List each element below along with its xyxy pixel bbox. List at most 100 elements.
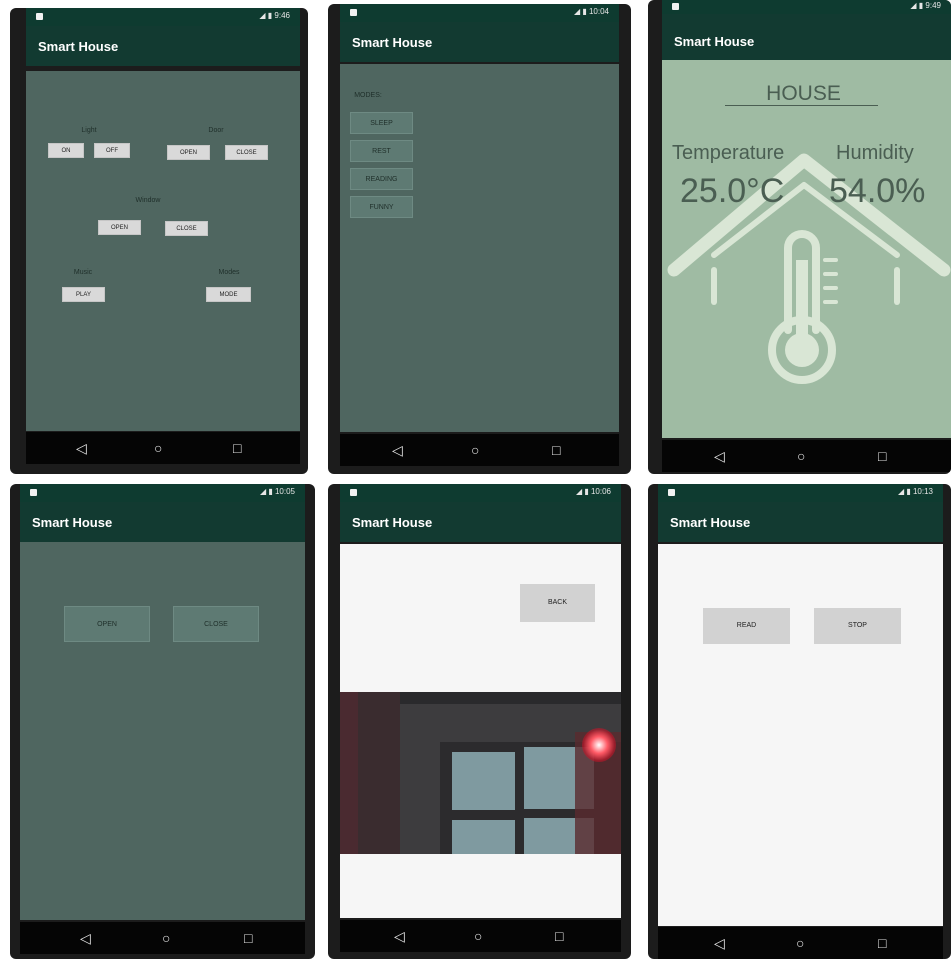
phone-screen-camera: ◢ ▮ 10:06 Smart House BACK ◁ ○ □ (328, 484, 631, 959)
home-icon[interactable]: ○ (474, 928, 482, 944)
nav-bar: ◁ ○ □ (340, 920, 621, 952)
signal-battery-icon: ◢ ▮ (575, 487, 591, 496)
back-icon[interactable]: ◁ (392, 442, 403, 459)
status-time: 9:49 (925, 1, 941, 10)
status-bar: ◢ ▮ 9:46 (26, 8, 300, 26)
status-bar: ◢ ▮ 10:13 (658, 484, 943, 502)
nav-bar: ◁ ○ □ (340, 434, 619, 466)
status-time: 10:13 (912, 487, 933, 496)
mode-funny-button[interactable]: FUNNY (350, 196, 413, 218)
signal-battery-icon: ◢ ▮ (910, 1, 926, 10)
notification-icon (350, 489, 357, 496)
home-icon[interactable]: ○ (797, 448, 805, 464)
open-button[interactable]: OPEN (64, 606, 150, 642)
recent-apps-icon[interactable]: □ (244, 930, 252, 946)
music-play-button[interactable]: PLAY (62, 287, 105, 302)
content-area: READ STOP (658, 544, 943, 926)
red-light (582, 728, 616, 762)
status-time: 9:46 (274, 11, 290, 20)
door-open-button[interactable]: OPEN (167, 145, 210, 160)
notification-icon (668, 489, 675, 496)
content-area: HOUSE Temperature Humidity 25.0°C 54.0% (662, 60, 951, 438)
signal-battery-icon: ◢ ▮ (897, 487, 913, 496)
recent-apps-icon[interactable]: □ (878, 448, 886, 464)
recent-apps-icon[interactable]: □ (552, 442, 560, 458)
home-icon[interactable]: ○ (471, 442, 479, 458)
status-time: 10:04 (588, 7, 609, 16)
back-icon[interactable]: ◁ (76, 440, 87, 457)
back-button[interactable]: BACK (520, 584, 595, 622)
status-bar: ◢ ▮ 9:49 (662, 0, 951, 14)
status-bar: ◢ ▮ 10:06 (340, 484, 621, 502)
status-bar: ◢ ▮ 10:05 (20, 484, 305, 502)
mode-rest-button[interactable]: REST (350, 140, 413, 162)
home-icon[interactable]: ○ (154, 440, 162, 456)
house-title: HOUSE (766, 82, 841, 105)
modes-label: MODES: (354, 92, 382, 99)
notification-icon (350, 9, 357, 16)
light-on-button[interactable]: ON (48, 143, 84, 158)
signal-battery-icon: ◢ ▮ (573, 7, 589, 16)
mode-button[interactable]: MODE (206, 287, 251, 302)
camera-feed-image (340, 692, 621, 854)
app-bar: Smart House (340, 22, 619, 62)
app-bar: Smart House (340, 502, 621, 542)
read-button[interactable]: READ (703, 608, 790, 644)
mode-reading-button[interactable]: READING (350, 168, 413, 190)
status-time: 10:06 (590, 487, 611, 496)
window-label: Window (135, 197, 161, 204)
app-bar: Smart House (20, 502, 305, 542)
recent-apps-icon[interactable]: □ (878, 935, 886, 951)
notification-icon (30, 489, 37, 496)
door-close-button[interactable]: CLOSE (225, 145, 268, 160)
back-icon[interactable]: ◁ (80, 930, 91, 947)
temperature-label: Temperature (672, 142, 785, 164)
music-label: Music (73, 269, 93, 276)
light-off-button[interactable]: OFF (94, 143, 130, 158)
back-icon[interactable]: ◁ (714, 935, 725, 952)
phone-screen-door: ◢ ▮ 10:05 Smart House OPEN CLOSE ◁ ○ □ (10, 484, 315, 959)
mode-sleep-button[interactable]: SLEEP (350, 112, 413, 134)
back-icon[interactable]: ◁ (714, 448, 725, 465)
stop-button[interactable]: STOP (814, 608, 901, 644)
app-title: Smart House (38, 39, 119, 54)
house-title-underline (725, 105, 878, 106)
phone-screen-climate: ◢ ▮ 9:49 Smart House HOUSE Temperature H… (648, 0, 951, 474)
back-icon[interactable]: ◁ (394, 928, 405, 945)
phone-screen-modes: ◢ ▮ 10:04 Smart House MODES: SLEEP REST … (328, 4, 631, 474)
recent-apps-icon[interactable]: □ (555, 928, 563, 944)
app-bar: Smart House (662, 14, 951, 60)
app-title: Smart House (32, 515, 113, 530)
notification-icon (672, 3, 679, 10)
content-area: Light ON OFF Door OPEN CLOSE Window OPEN… (26, 71, 300, 431)
app-bar: Smart House (26, 26, 300, 66)
content-area: BACK (340, 544, 621, 918)
window-close-button[interactable]: CLOSE (165, 221, 208, 236)
temperature-value: 25.0°C (680, 172, 785, 210)
app-title: Smart House (352, 515, 433, 530)
window-open-button[interactable]: OPEN (98, 220, 141, 235)
recent-apps-icon[interactable]: □ (233, 440, 241, 456)
door-label: Door (208, 127, 224, 134)
nav-bar: ◁ ○ □ (26, 432, 300, 464)
status-bar: ◢ ▮ 10:04 (340, 4, 619, 22)
home-icon[interactable]: ○ (796, 935, 804, 951)
signal-battery-icon: ◢ ▮ (259, 11, 275, 20)
humidity-label: Humidity (836, 142, 914, 164)
app-title: Smart House (670, 515, 751, 530)
humidity-value: 54.0% (829, 172, 926, 210)
status-time: 10:05 (274, 487, 295, 496)
modes-label: Modes (218, 269, 240, 276)
nav-bar: ◁ ○ □ (20, 922, 305, 954)
content-area: MODES: SLEEP REST READING FUNNY (340, 64, 619, 432)
content-area: OPEN CLOSE (20, 542, 305, 920)
phone-screen-controls: ◢ ▮ 9:46 Smart House Light ON OFF Door O… (10, 8, 308, 474)
phone-screen-reader: ◢ ▮ 10:13 Smart House READ STOP ◁ ○ □ (648, 484, 951, 959)
signal-battery-icon: ◢ ▮ (259, 487, 275, 496)
nav-bar: ◁ ○ □ (658, 927, 943, 959)
light-label: Light (81, 127, 97, 134)
house-thermometer-icon (667, 153, 951, 384)
notification-icon (36, 13, 43, 20)
close-button[interactable]: CLOSE (173, 606, 259, 642)
home-icon[interactable]: ○ (162, 930, 170, 946)
